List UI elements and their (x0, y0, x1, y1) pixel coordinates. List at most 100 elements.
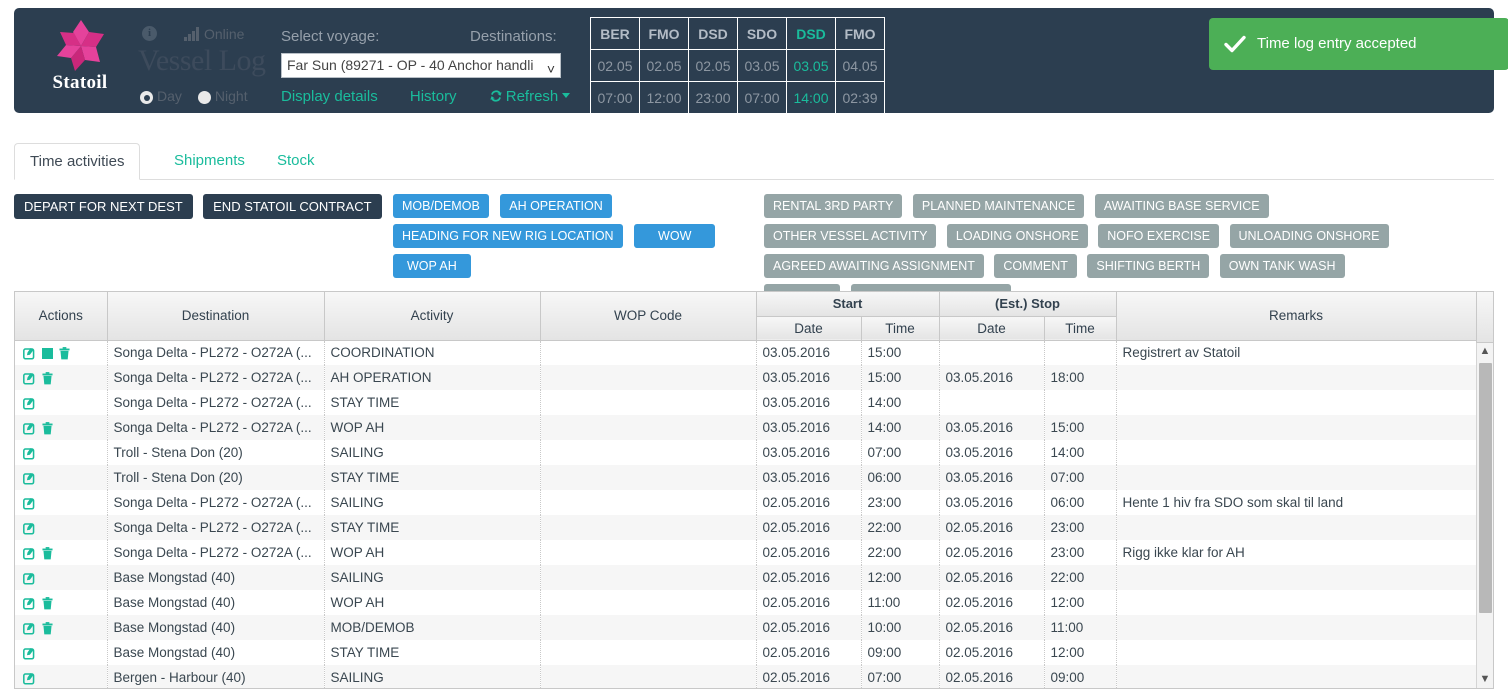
trash-icon[interactable] (59, 347, 70, 360)
th-destination: Destination (107, 292, 325, 341)
row-destination: Songa Delta - PL272 - O272A (... (107, 340, 325, 365)
history-link[interactable]: History (410, 88, 457, 105)
row-start-date: 02.05.2016 (756, 665, 862, 688)
tab-stock[interactable]: Stock (262, 143, 330, 180)
end-statoil-contract-button[interactable]: END STATOIL CONTRACT (203, 194, 382, 219)
scrollbar-thumb[interactable] (1479, 363, 1492, 613)
row-wop-code (540, 390, 757, 415)
row-stop-time: 06:00 (1044, 490, 1117, 515)
activity-button-shifting-berth[interactable]: SHIFTING BERTH (1087, 254, 1210, 278)
edit-icon[interactable] (23, 672, 36, 685)
statoil-star-icon (52, 18, 110, 74)
trash-icon[interactable] (42, 597, 53, 610)
row-start-date: 03.05.2016 (756, 415, 862, 440)
night-radio[interactable] (197, 89, 211, 105)
edit-icon[interactable] (23, 422, 36, 435)
row-wop-code (540, 365, 757, 390)
destination-code-active: DSD (786, 17, 836, 50)
refresh-link[interactable]: Refresh (489, 88, 571, 105)
trash-icon[interactable] (42, 547, 53, 560)
destination-date: 02.05 (639, 49, 689, 82)
destination-time: 07:00 (737, 81, 787, 114)
row-start-time: 10:00 (861, 615, 940, 640)
row-activity: WOP AH (324, 415, 541, 440)
table-row: Bergen - Harbour (40) SAILING 02.05.2016 07… (15, 665, 1477, 688)
row-activity: STAY TIME (324, 465, 541, 490)
activity-button-comment[interactable]: COMMENT (994, 254, 1077, 278)
edit-icon[interactable] (23, 372, 36, 385)
activity-button-wow[interactable]: WOW (634, 224, 716, 248)
edit-icon[interactable] (23, 347, 36, 360)
night-label: Night (214, 88, 248, 104)
destination-date: 02.05 (590, 49, 640, 82)
row-stop-date: 03.05.2016 (939, 440, 1045, 465)
activity-button-mob-demob[interactable]: MOB/DEMOB (393, 194, 489, 218)
info-icon[interactable]: i (142, 26, 157, 41)
table-row: Base Mongstad (40) WOP AH 02.05.2016 11:00 0… (15, 590, 1477, 615)
destinations-label: Destinations: (470, 28, 557, 45)
brand-name: Statoil (52, 72, 108, 93)
row-stop-time: 12:00 (1044, 640, 1117, 665)
row-actions (15, 615, 108, 640)
edit-icon[interactable] (23, 647, 36, 660)
trash-icon[interactable] (42, 422, 53, 435)
row-destination: Songa Delta - PL272 - O272A (... (107, 415, 325, 440)
row-wop-code (540, 415, 757, 440)
activity-button-unloading-onshore[interactable]: UNLOADING ONSHORE (1229, 224, 1389, 248)
edit-icon[interactable] (23, 497, 36, 510)
row-stop-time: 11:00 (1044, 615, 1117, 640)
activity-button-wop-ah[interactable]: WOP AH (393, 254, 471, 278)
trash-icon[interactable] (42, 622, 53, 635)
row-stop-time: 09:00 (1044, 665, 1117, 688)
edit-icon[interactable] (23, 622, 36, 635)
edit-icon[interactable] (23, 447, 36, 460)
activity-button-other-vessel-activity[interactable]: OTHER VESSEL ACTIVITY (764, 224, 937, 248)
edit-icon[interactable] (23, 597, 36, 610)
th-stop-date: Date (939, 316, 1045, 341)
row-destination: Songa Delta - PL272 - O272A (... (107, 490, 325, 515)
trash-icon[interactable] (42, 372, 53, 385)
chevron-down-icon[interactable]: ▼ (1477, 671, 1493, 688)
stop-icon[interactable] (42, 348, 53, 360)
row-destination: Bergen - Harbour (40) (107, 665, 325, 688)
row-activity: AH OPERATION (324, 365, 541, 390)
activity-button-awaiting-base-service[interactable]: AWAITING BASE SERVICE (1094, 194, 1269, 218)
chevron-up-icon[interactable]: ▲ (1477, 343, 1493, 360)
refresh-icon (489, 89, 503, 103)
depart-next-dest-button[interactable]: DEPART FOR NEXT DEST (14, 194, 193, 219)
activity-button-own-tank-wash[interactable]: OWN TANK WASH (1219, 254, 1345, 278)
day-radio[interactable] (140, 89, 153, 105)
tab-time-activities[interactable]: Time activities (14, 143, 141, 180)
vertical-scrollbar[interactable]: ▲ ▼ (1476, 343, 1493, 688)
th-wop-code: WOP Code (540, 292, 757, 341)
activity-button-loading-onshore[interactable]: LOADING ONSHORE (946, 224, 1088, 248)
row-stop-date: 02.05.2016 (939, 665, 1045, 688)
display-details-link[interactable]: Display details (281, 88, 378, 105)
header-links: Display details History Refresh (281, 88, 598, 105)
activity-button-agreed-awaiting-assignment[interactable]: AGREED AWAITING ASSIGNMENT (764, 254, 984, 278)
destination-time-active: 14:00 (786, 81, 836, 114)
caret-down-icon (562, 93, 571, 98)
row-stop-date: 03.05.2016 (939, 465, 1045, 490)
row-actions (15, 590, 108, 615)
row-actions (15, 465, 108, 490)
activity-button-rental-3rd-party[interactable]: RENTAL 3RD PARTY (764, 194, 903, 218)
tab-shipments[interactable]: Shipments (159, 143, 260, 180)
edit-icon[interactable] (23, 472, 36, 485)
row-start-time: 11:00 (861, 590, 940, 615)
voyage-select[interactable]: Far Sun (89271 - OP - 40 Anchor handli ˅ (281, 53, 561, 78)
row-remarks: Rigg ikke klar for AH (1116, 540, 1477, 565)
edit-icon[interactable] (23, 397, 36, 410)
activity-button-planned-maintenance[interactable]: PLANNED MAINTENANCE (912, 194, 1085, 218)
activity-button-nofo-exercise[interactable]: NOFO EXERCISE (1098, 224, 1220, 248)
activity-button-heading-new-rig[interactable]: HEADING FOR NEW RIG LOCATION (393, 224, 623, 248)
row-start-time: 14:00 (861, 390, 940, 415)
row-remarks (1116, 440, 1477, 465)
edit-icon[interactable] (23, 522, 36, 535)
day-label: Day (157, 88, 182, 104)
row-activity: SAILING (324, 490, 541, 515)
activity-button-ah-operation[interactable]: AH OPERATION (500, 194, 612, 218)
row-stop-date: 02.05.2016 (939, 565, 1045, 590)
edit-icon[interactable] (23, 572, 36, 585)
edit-icon[interactable] (23, 547, 36, 560)
